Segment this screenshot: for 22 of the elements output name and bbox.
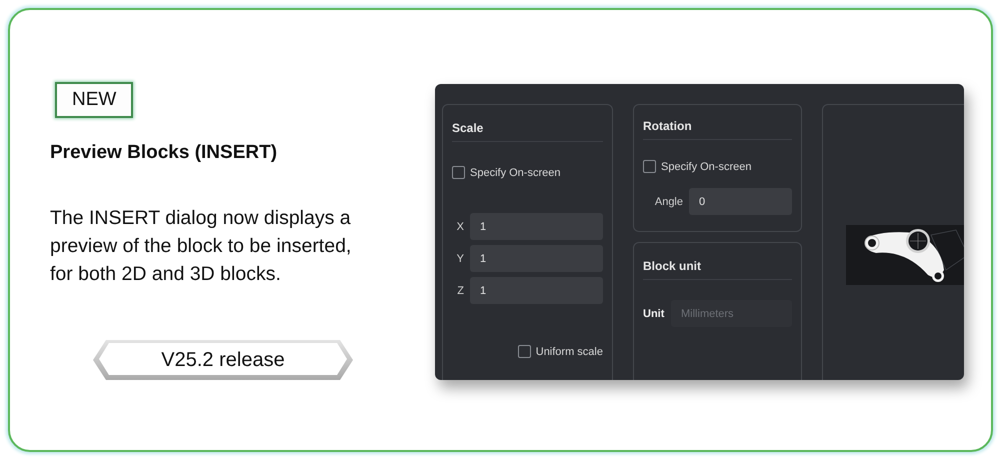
checkbox[interactable] [452, 166, 465, 179]
panel-title: Block unit [643, 259, 792, 280]
checkbox[interactable] [643, 160, 656, 173]
feature-description: The INSERT dialog now displays a preview of the block to be inserted, for both 2D and 3D blocks. [50, 206, 352, 287]
input-field[interactable]: 1 [470, 213, 603, 240]
checkbox-label[interactable]: Specify On-screen [661, 160, 752, 172]
input-field[interactable]: 1 [470, 277, 603, 304]
feature-title: Preview Blocks (INSERT) [50, 142, 278, 164]
input-field[interactable]: 1 [470, 245, 603, 272]
panel-title: Rotation [643, 119, 792, 140]
field-label: Y [456, 252, 464, 264]
input-field[interactable]: 0 [689, 188, 792, 215]
new-badge: NEW [55, 82, 134, 118]
field-label: Unit [643, 308, 665, 320]
checkbox[interactable] [518, 345, 531, 358]
field-label: X [456, 220, 464, 232]
checkbox-label[interactable]: Specify On-screen [470, 166, 560, 178]
field-label: Angle [654, 196, 683, 208]
checkbox-label[interactable]: Uniform scale [536, 346, 603, 358]
panel-title: Scale [452, 121, 603, 142]
release-banner: V25.2 release [93, 340, 353, 380]
field-label: Z [456, 284, 464, 296]
